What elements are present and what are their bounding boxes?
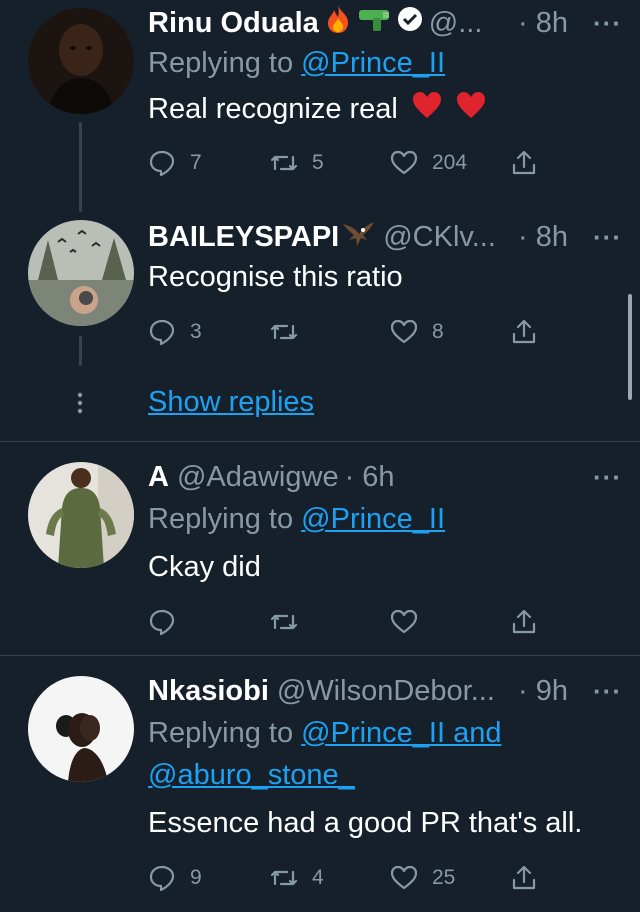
reply-button[interactable]: 3: [148, 312, 202, 352]
tweet-text: Essence had a good PR that's all.: [148, 807, 583, 839]
scrollbar[interactable]: [628, 294, 632, 400]
like-icon: [390, 609, 418, 634]
tweet-time[interactable]: · 8h: [518, 7, 568, 40]
replying-to-label: Replying to: [148, 717, 302, 749]
more-options-button[interactable]: ···: [593, 222, 622, 253]
reply-button[interactable]: 7: [148, 143, 202, 183]
share-button[interactable]: [510, 602, 538, 642]
reply-icon: [149, 865, 175, 892]
like-button[interactable]: 25: [390, 858, 455, 898]
share-icon: [512, 319, 536, 344]
reply-button[interactable]: 9: [148, 858, 202, 898]
retweet-count: 5: [312, 151, 324, 175]
tweet-text: Ckay did: [148, 551, 261, 583]
tweet-rinu-oduala[interactable]: Rinu Oduala @... · 8h ··· Replying to @P…: [0, 0, 640, 212]
tweet-time[interactable]: · 9h: [518, 675, 568, 708]
author-handle[interactable]: @CKlv...: [383, 221, 496, 254]
fire-icon: [325, 4, 351, 42]
share-button[interactable]: [510, 858, 538, 898]
retweet-icon: [270, 614, 298, 630]
thread-line: [79, 122, 82, 212]
like-count: 25: [432, 866, 456, 889]
more-options-button[interactable]: ···: [593, 8, 622, 39]
reply-count: 9: [190, 866, 202, 889]
verified-badge-icon: [397, 6, 423, 40]
reply-icon: [149, 609, 175, 636]
replying-to-label: Replying to: [148, 503, 302, 535]
replying-to: Replying to @Prince_II: [148, 42, 626, 84]
retweet-button[interactable]: 4: [270, 858, 324, 898]
share-icon: [512, 609, 536, 634]
avatar-adawigwe[interactable]: [28, 462, 134, 568]
avatar-photo: [28, 676, 134, 782]
mention-link[interactable]: @Prince_II and: [301, 717, 501, 749]
like-icon: [390, 151, 418, 175]
avatar-baileyspapi[interactable]: [28, 220, 134, 326]
retweet-button[interactable]: [270, 602, 298, 642]
author-name[interactable]: Nkasiobi: [148, 675, 269, 708]
reply-icon: [149, 319, 175, 346]
like-button[interactable]: [390, 602, 418, 642]
author-handle[interactable]: @WilsonDebor...: [277, 675, 495, 708]
replying-to-label: Replying to: [148, 47, 302, 79]
reply-icon: [149, 151, 175, 177]
eagle-icon: [341, 218, 375, 256]
author-name[interactable]: A: [148, 461, 169, 494]
share-icon: [512, 865, 536, 890]
retweet-button[interactable]: [270, 312, 312, 352]
like-button[interactable]: 204: [390, 143, 467, 183]
author-name[interactable]: BAILEYSPAPI: [148, 221, 339, 254]
more-options-button[interactable]: ···: [593, 462, 622, 493]
tweet-text-content: Real recognize real: [148, 93, 398, 125]
reply-count: 3: [190, 320, 202, 343]
more-replies-dots-icon: [77, 392, 83, 419]
reply-feed: Rinu Oduala @... · 8h ··· Replying to @P…: [0, 0, 640, 912]
tweet-text: Real recognize real: [148, 88, 626, 131]
avatar-rinu-oduala[interactable]: [28, 8, 134, 114]
share-button[interactable]: [510, 312, 538, 352]
more-options-button[interactable]: ···: [593, 676, 622, 707]
avatar-nkasiobi[interactable]: [28, 676, 134, 782]
share-button[interactable]: [510, 143, 538, 183]
mention-link[interactable]: @Prince_II: [301, 47, 445, 79]
like-count: 8: [432, 320, 444, 343]
thread-line: [79, 336, 82, 366]
tweet-nkasiobi[interactable]: Nkasiobi @WilsonDebor... · 9h ··· Replyi…: [0, 656, 640, 912]
avatar-photo: [28, 8, 134, 114]
like-button[interactable]: 8: [390, 312, 444, 352]
tweet-time[interactable]: · 8h: [518, 221, 568, 254]
reply-button[interactable]: [148, 602, 176, 642]
mention-link[interactable]: @aburo_stone_: [148, 759, 355, 791]
tweet-text: Recognise this ratio: [148, 261, 403, 293]
tweet-a-adawigwe[interactable]: A @Adawigwe · 6h ··· Replying to @Prince…: [0, 442, 640, 654]
retweet-icon: [270, 324, 298, 340]
author-handle[interactable]: @...: [429, 7, 483, 40]
retweet-icon: [270, 156, 298, 171]
mention-link[interactable]: @Prince_II: [301, 503, 445, 535]
share-icon: [512, 151, 536, 175]
replying-to: Replying to @Prince_II and @aburo_stone_: [148, 712, 626, 796]
retweet-button[interactable]: 5: [270, 143, 324, 183]
replying-to: Replying to @Prince_II: [148, 498, 626, 540]
like-icon: [390, 865, 418, 890]
retweet-count: 4: [312, 866, 324, 889]
heart-emoji-icon: [456, 89, 486, 131]
avatar-photo: [28, 220, 134, 326]
like-icon: [390, 319, 418, 344]
water-pistol-icon: [357, 6, 391, 40]
show-replies-link[interactable]: Show replies: [148, 386, 314, 419]
retweet-icon: [270, 870, 298, 886]
tweet-baileyspapi[interactable]: BAILEYSPAPI @CKlv... · 8h ··· Recognise …: [0, 212, 640, 440]
reply-count: 7: [190, 151, 202, 175]
like-count: 204: [432, 151, 468, 175]
author-handle[interactable]: @Adawigwe: [177, 461, 339, 494]
avatar-photo: [28, 462, 134, 568]
tweet-time[interactable]: · 6h: [345, 461, 395, 494]
author-name[interactable]: Rinu Oduala: [148, 7, 319, 40]
heart-emoji-icon: [412, 89, 442, 131]
